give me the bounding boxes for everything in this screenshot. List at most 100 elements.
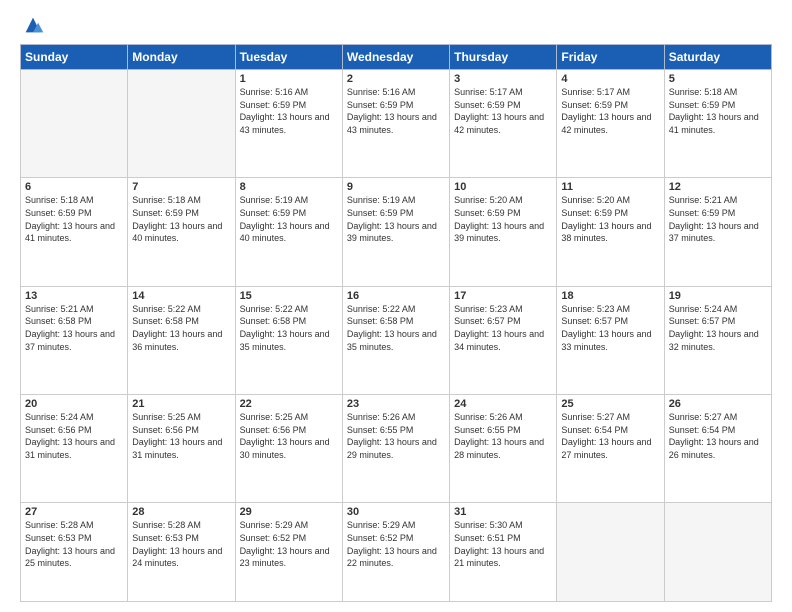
day-info: Sunrise: 5:30 AM Sunset: 6:51 PM Dayligh…: [454, 519, 552, 569]
day-number: 9: [347, 181, 445, 193]
day-info: Sunrise: 5:21 AM Sunset: 6:59 PM Dayligh…: [669, 194, 767, 244]
day-info: Sunrise: 5:23 AM Sunset: 6:57 PM Dayligh…: [561, 303, 659, 353]
day-info: Sunrise: 5:27 AM Sunset: 6:54 PM Dayligh…: [561, 411, 659, 461]
day-info: Sunrise: 5:25 AM Sunset: 6:56 PM Dayligh…: [240, 411, 338, 461]
calendar-cell: [128, 70, 235, 178]
day-number: 15: [240, 290, 338, 302]
calendar-cell: 18Sunrise: 5:23 AM Sunset: 6:57 PM Dayli…: [557, 286, 664, 394]
calendar-cell: 3Sunrise: 5:17 AM Sunset: 6:59 PM Daylig…: [450, 70, 557, 178]
weekday-header-row: SundayMondayTuesdayWednesdayThursdayFrid…: [21, 45, 772, 70]
day-info: Sunrise: 5:27 AM Sunset: 6:54 PM Dayligh…: [669, 411, 767, 461]
weekday-header-friday: Friday: [557, 45, 664, 70]
day-number: 21: [132, 398, 230, 410]
day-number: 8: [240, 181, 338, 193]
calendar-cell: 31Sunrise: 5:30 AM Sunset: 6:51 PM Dayli…: [450, 503, 557, 602]
calendar-cell: [557, 503, 664, 602]
day-info: Sunrise: 5:22 AM Sunset: 6:58 PM Dayligh…: [347, 303, 445, 353]
calendar-week-4: 20Sunrise: 5:24 AM Sunset: 6:56 PM Dayli…: [21, 395, 772, 503]
day-number: 3: [454, 73, 552, 85]
day-info: Sunrise: 5:19 AM Sunset: 6:59 PM Dayligh…: [240, 194, 338, 244]
day-number: 26: [669, 398, 767, 410]
day-number: 12: [669, 181, 767, 193]
day-info: Sunrise: 5:29 AM Sunset: 6:52 PM Dayligh…: [240, 519, 338, 569]
day-info: Sunrise: 5:22 AM Sunset: 6:58 PM Dayligh…: [132, 303, 230, 353]
calendar-cell: 25Sunrise: 5:27 AM Sunset: 6:54 PM Dayli…: [557, 395, 664, 503]
calendar-cell: 12Sunrise: 5:21 AM Sunset: 6:59 PM Dayli…: [664, 178, 771, 286]
day-number: 1: [240, 73, 338, 85]
day-number: 31: [454, 506, 552, 518]
calendar-week-3: 13Sunrise: 5:21 AM Sunset: 6:58 PM Dayli…: [21, 286, 772, 394]
day-number: 2: [347, 73, 445, 85]
day-info: Sunrise: 5:19 AM Sunset: 6:59 PM Dayligh…: [347, 194, 445, 244]
day-number: 7: [132, 181, 230, 193]
header: [20, 18, 772, 36]
weekday-header-sunday: Sunday: [21, 45, 128, 70]
calendar-cell: 30Sunrise: 5:29 AM Sunset: 6:52 PM Dayli…: [342, 503, 449, 602]
day-number: 14: [132, 290, 230, 302]
weekday-header-monday: Monday: [128, 45, 235, 70]
day-info: Sunrise: 5:18 AM Sunset: 6:59 PM Dayligh…: [132, 194, 230, 244]
calendar-cell: 6Sunrise: 5:18 AM Sunset: 6:59 PM Daylig…: [21, 178, 128, 286]
day-number: 17: [454, 290, 552, 302]
calendar-cell: 17Sunrise: 5:23 AM Sunset: 6:57 PM Dayli…: [450, 286, 557, 394]
calendar-cell: 16Sunrise: 5:22 AM Sunset: 6:58 PM Dayli…: [342, 286, 449, 394]
day-number: 11: [561, 181, 659, 193]
calendar-cell: [664, 503, 771, 602]
day-info: Sunrise: 5:18 AM Sunset: 6:59 PM Dayligh…: [669, 86, 767, 136]
day-number: 22: [240, 398, 338, 410]
day-info: Sunrise: 5:25 AM Sunset: 6:56 PM Dayligh…: [132, 411, 230, 461]
calendar-cell: [21, 70, 128, 178]
day-number: 20: [25, 398, 123, 410]
calendar-cell: 28Sunrise: 5:28 AM Sunset: 6:53 PM Dayli…: [128, 503, 235, 602]
calendar-cell: 29Sunrise: 5:29 AM Sunset: 6:52 PM Dayli…: [235, 503, 342, 602]
day-info: Sunrise: 5:24 AM Sunset: 6:57 PM Dayligh…: [669, 303, 767, 353]
day-number: 10: [454, 181, 552, 193]
day-number: 6: [25, 181, 123, 193]
calendar-cell: 2Sunrise: 5:16 AM Sunset: 6:59 PM Daylig…: [342, 70, 449, 178]
calendar-cell: 13Sunrise: 5:21 AM Sunset: 6:58 PM Dayli…: [21, 286, 128, 394]
day-info: Sunrise: 5:16 AM Sunset: 6:59 PM Dayligh…: [347, 86, 445, 136]
calendar-cell: 1Sunrise: 5:16 AM Sunset: 6:59 PM Daylig…: [235, 70, 342, 178]
day-number: 24: [454, 398, 552, 410]
day-number: 25: [561, 398, 659, 410]
day-info: Sunrise: 5:28 AM Sunset: 6:53 PM Dayligh…: [132, 519, 230, 569]
weekday-header-saturday: Saturday: [664, 45, 771, 70]
calendar-week-5: 27Sunrise: 5:28 AM Sunset: 6:53 PM Dayli…: [21, 503, 772, 602]
day-info: Sunrise: 5:28 AM Sunset: 6:53 PM Dayligh…: [25, 519, 123, 569]
calendar-cell: 4Sunrise: 5:17 AM Sunset: 6:59 PM Daylig…: [557, 70, 664, 178]
calendar-cell: 14Sunrise: 5:22 AM Sunset: 6:58 PM Dayli…: [128, 286, 235, 394]
day-info: Sunrise: 5:18 AM Sunset: 6:59 PM Dayligh…: [25, 194, 123, 244]
calendar-table: SundayMondayTuesdayWednesdayThursdayFrid…: [20, 44, 772, 602]
weekday-header-tuesday: Tuesday: [235, 45, 342, 70]
calendar-cell: 11Sunrise: 5:20 AM Sunset: 6:59 PM Dayli…: [557, 178, 664, 286]
calendar-cell: 22Sunrise: 5:25 AM Sunset: 6:56 PM Dayli…: [235, 395, 342, 503]
calendar-cell: 10Sunrise: 5:20 AM Sunset: 6:59 PM Dayli…: [450, 178, 557, 286]
day-info: Sunrise: 5:17 AM Sunset: 6:59 PM Dayligh…: [561, 86, 659, 136]
day-info: Sunrise: 5:16 AM Sunset: 6:59 PM Dayligh…: [240, 86, 338, 136]
day-info: Sunrise: 5:24 AM Sunset: 6:56 PM Dayligh…: [25, 411, 123, 461]
calendar-cell: 21Sunrise: 5:25 AM Sunset: 6:56 PM Dayli…: [128, 395, 235, 503]
day-info: Sunrise: 5:23 AM Sunset: 6:57 PM Dayligh…: [454, 303, 552, 353]
day-number: 13: [25, 290, 123, 302]
calendar-cell: 27Sunrise: 5:28 AM Sunset: 6:53 PM Dayli…: [21, 503, 128, 602]
day-number: 16: [347, 290, 445, 302]
calendar-cell: 19Sunrise: 5:24 AM Sunset: 6:57 PM Dayli…: [664, 286, 771, 394]
weekday-header-wednesday: Wednesday: [342, 45, 449, 70]
day-number: 23: [347, 398, 445, 410]
day-number: 27: [25, 506, 123, 518]
day-number: 28: [132, 506, 230, 518]
calendar-cell: 26Sunrise: 5:27 AM Sunset: 6:54 PM Dayli…: [664, 395, 771, 503]
calendar-week-1: 1Sunrise: 5:16 AM Sunset: 6:59 PM Daylig…: [21, 70, 772, 178]
day-number: 5: [669, 73, 767, 85]
day-info: Sunrise: 5:26 AM Sunset: 6:55 PM Dayligh…: [347, 411, 445, 461]
weekday-header-thursday: Thursday: [450, 45, 557, 70]
calendar-cell: 24Sunrise: 5:26 AM Sunset: 6:55 PM Dayli…: [450, 395, 557, 503]
day-number: 18: [561, 290, 659, 302]
calendar-cell: 15Sunrise: 5:22 AM Sunset: 6:58 PM Dayli…: [235, 286, 342, 394]
day-info: Sunrise: 5:20 AM Sunset: 6:59 PM Dayligh…: [454, 194, 552, 244]
page: SundayMondayTuesdayWednesdayThursdayFrid…: [0, 0, 792, 612]
day-info: Sunrise: 5:17 AM Sunset: 6:59 PM Dayligh…: [454, 86, 552, 136]
day-info: Sunrise: 5:22 AM Sunset: 6:58 PM Dayligh…: [240, 303, 338, 353]
day-info: Sunrise: 5:29 AM Sunset: 6:52 PM Dayligh…: [347, 519, 445, 569]
calendar-cell: 7Sunrise: 5:18 AM Sunset: 6:59 PM Daylig…: [128, 178, 235, 286]
